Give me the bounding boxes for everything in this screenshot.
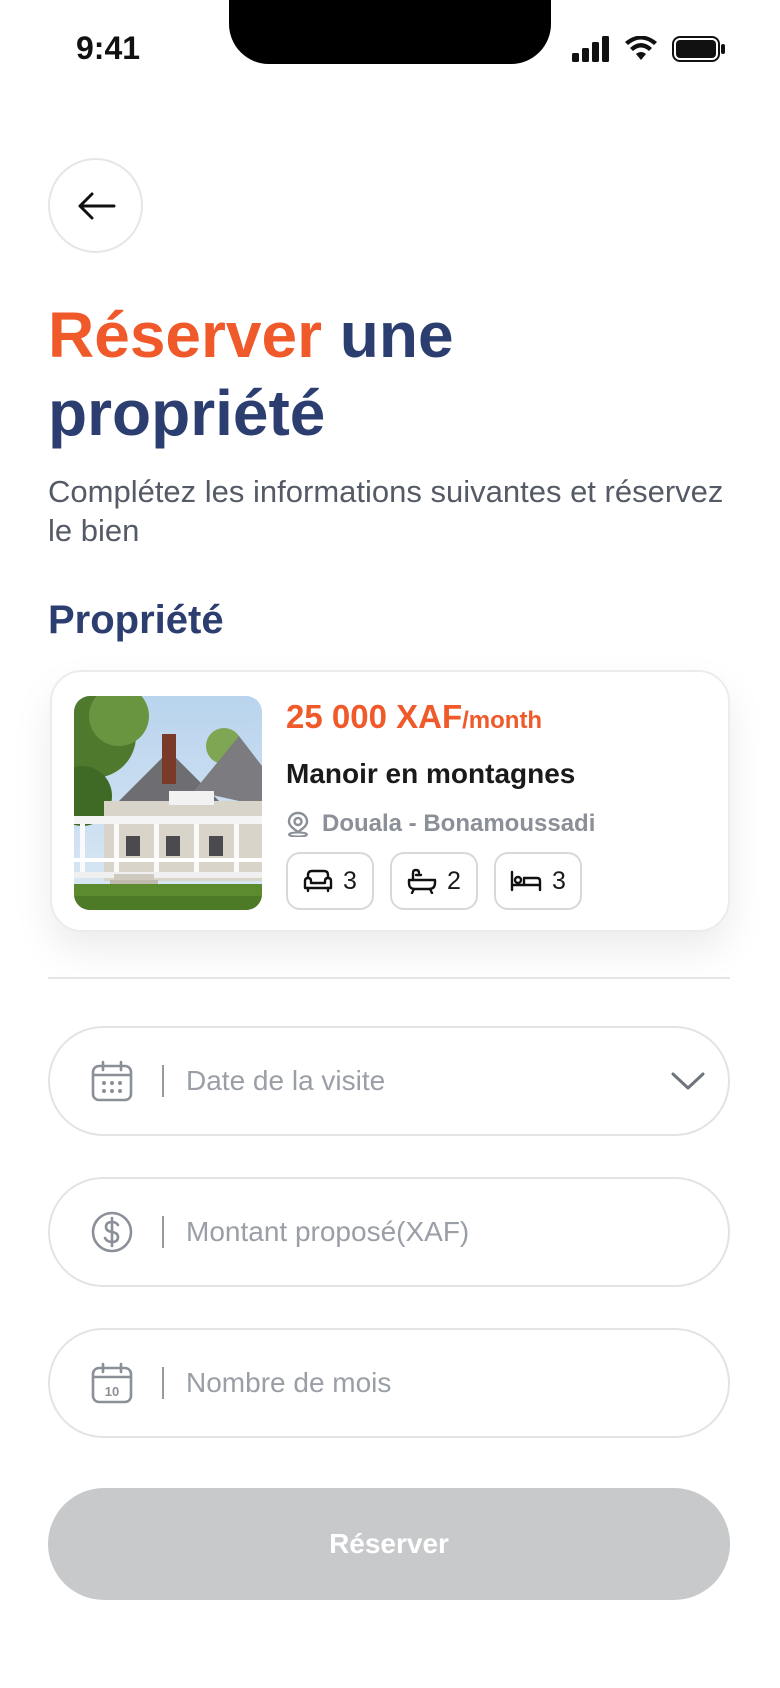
property-name: Manoir en montagnes xyxy=(286,758,576,789)
field-separator xyxy=(162,1216,164,1248)
feature-bedrooms-count: 3 xyxy=(552,866,566,895)
months-input[interactable]: 10 Nombre de mois xyxy=(48,1328,730,1438)
back-button[interactable] xyxy=(48,158,143,253)
status-time: 9:41 xyxy=(76,30,141,66)
field-separator xyxy=(162,1367,164,1399)
price-amount: 25 000 XAF xyxy=(286,698,463,735)
section-divider xyxy=(48,977,730,979)
feature-living-rooms: 3 xyxy=(286,852,374,910)
location-pin-icon xyxy=(287,811,309,837)
arrow-left-icon xyxy=(78,192,115,219)
amount-input[interactable]: Montant proposé(XAF) xyxy=(48,1177,730,1287)
status-bar: 9:41 xyxy=(0,0,780,100)
field-separator xyxy=(162,1065,164,1097)
status-icons xyxy=(572,36,726,62)
page-title: Réserver une propriété xyxy=(48,296,728,452)
property-image xyxy=(74,696,262,910)
bathtub-icon xyxy=(407,868,437,894)
amount-placeholder: Montant proposé(XAF) xyxy=(186,1216,470,1247)
property-location: Douala - Bonamoussadi xyxy=(286,810,595,838)
property-features: 3 2 3 xyxy=(286,852,582,910)
visit-date-select[interactable]: Date de la visite xyxy=(48,1026,730,1136)
bed-icon xyxy=(510,870,542,892)
feature-bathrooms-count: 2 xyxy=(447,866,461,895)
feature-bedrooms: 3 xyxy=(494,852,582,910)
calendar-number-icon: 10 xyxy=(91,1362,133,1404)
reserve-button[interactable]: Réserver xyxy=(48,1488,730,1600)
calendar-icon xyxy=(91,1060,133,1102)
months-placeholder: Nombre de mois xyxy=(186,1367,392,1398)
battery-icon xyxy=(672,36,725,62)
dollar-icon xyxy=(91,1211,133,1253)
svg-text:10: 10 xyxy=(105,1384,119,1399)
feature-living-rooms-count: 3 xyxy=(343,866,357,895)
sofa-icon xyxy=(303,869,333,893)
wifi-icon xyxy=(625,36,657,60)
location-text: Douala - Bonamoussadi xyxy=(322,810,596,837)
property-card[interactable]: 25 000 XAF/month Manoir en montagnes Dou… xyxy=(50,670,730,932)
feature-bathrooms: 2 xyxy=(390,852,478,910)
visit-date-placeholder: Date de la visite xyxy=(186,1065,386,1096)
section-label-property: Propriété xyxy=(48,598,224,642)
device-notch xyxy=(229,0,551,64)
price-unit: /month xyxy=(462,707,543,734)
signal-icon xyxy=(572,36,609,62)
page-subtitle: Complétez les informations suivantes et … xyxy=(48,474,724,548)
chevron-down-icon xyxy=(671,1072,705,1090)
property-price: 25 000 XAF/month xyxy=(286,698,542,736)
page-title-accent: Réserver xyxy=(48,299,322,371)
